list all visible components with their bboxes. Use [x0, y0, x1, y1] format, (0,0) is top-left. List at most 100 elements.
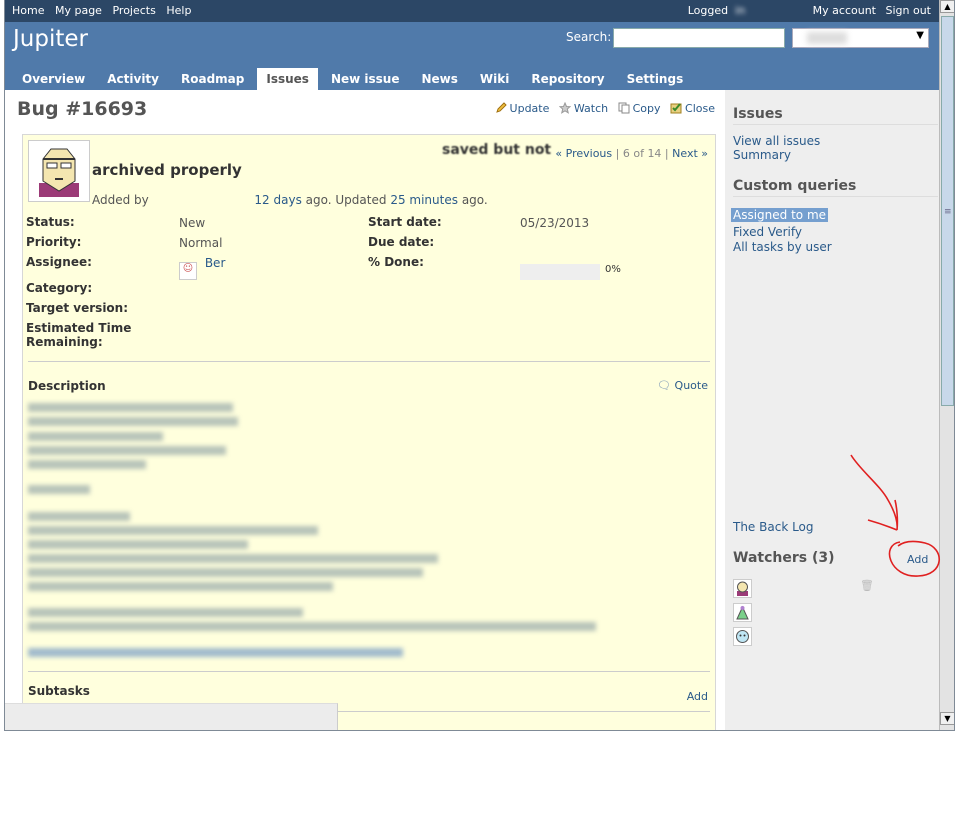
project-jump-select[interactable]: ▼ [792, 28, 929, 48]
top-link-projects[interactable]: Projects [112, 4, 155, 17]
added-by-label: Added by [92, 193, 149, 207]
copy-label: Copy [632, 102, 661, 115]
add-watcher-link[interactable]: Add [907, 553, 928, 566]
author-line: Added by 12 days ago. Updated 25 minutes… [92, 193, 488, 207]
tab-new-issue[interactable]: New issue [322, 68, 409, 90]
trash-icon[interactable]: 🗑 [860, 579, 874, 592]
tab-issues[interactable]: Issues [257, 68, 318, 90]
done-progress-bar [520, 264, 600, 280]
created-ago-link[interactable]: 12 days [254, 193, 301, 207]
category-label: Category: [26, 281, 93, 295]
sidebar: Issues View all issues Summary Custom qu… [725, 90, 939, 730]
tab-settings[interactable]: Settings [618, 68, 693, 90]
done-label: % Done: [368, 255, 424, 269]
issue-actions: Update Watch Copy Close [489, 102, 715, 115]
avatar-face-icon [736, 630, 749, 643]
speech-bubble-icon: 🗨 [657, 379, 672, 392]
project-select-value [807, 32, 847, 44]
page-title: Bug #16693 [17, 98, 148, 120]
assignee-avatar: ☺ [179, 262, 197, 280]
issue-position: | 6 of 14 | [615, 147, 669, 160]
logged-in-user[interactable]: in [732, 4, 760, 17]
status-label: Status: [26, 215, 75, 229]
update-button[interactable]: Update [495, 102, 553, 115]
vertical-scrollbar[interactable]: ▲ ≡ ▼ [939, 0, 954, 730]
summary-link[interactable]: Summary [733, 148, 791, 162]
back-log-link[interactable]: The Back Log [733, 520, 814, 534]
star-icon [558, 102, 571, 114]
estimated-label-1: Estimated Time [26, 321, 132, 335]
close-issue-icon [670, 103, 682, 114]
query-fixed-verify[interactable]: Fixed Verify [733, 225, 802, 239]
ago-label: ago. [461, 193, 488, 207]
assignee-value: ☺ Ber [179, 256, 225, 280]
quote-button[interactable]: 🗨 Quote [657, 379, 708, 392]
tab-roadmap[interactable]: Roadmap [172, 68, 253, 90]
watch-button[interactable]: Watch [558, 102, 612, 115]
status-value: New [179, 216, 206, 230]
top-link-home[interactable]: Home [12, 4, 44, 17]
tab-repository[interactable]: Repository [522, 68, 613, 90]
view-all-issues-link[interactable]: View all issues [733, 134, 820, 148]
avatar-face-icon [29, 141, 89, 201]
scroll-up-icon[interactable]: ▲ [940, 0, 954, 13]
avatar-face-icon [736, 605, 749, 620]
done-percent: 0% [605, 264, 621, 275]
tab-activity[interactable]: Activity [98, 68, 168, 90]
watcher-avatar[interactable] [733, 627, 752, 646]
tab-wiki[interactable]: Wiki [471, 68, 518, 90]
assignee-label: Assignee: [26, 255, 92, 269]
saved-note: saved but not [442, 142, 552, 158]
main-menu: Overview Activity Roadmap Issues New iss… [13, 68, 696, 90]
update-label: Update [509, 102, 550, 115]
browser-window: Home My page Projects Help Logged in My … [4, 0, 955, 731]
content: Bug #16693 Update Watch Copy Close saved… [5, 90, 725, 730]
estimated-label-2: Remaining: [26, 335, 103, 349]
close-button[interactable]: Close [670, 102, 715, 115]
pencil-icon [495, 102, 507, 113]
query-all-tasks-by-user[interactable]: All tasks by user [733, 240, 832, 254]
tab-news[interactable]: News [412, 68, 466, 90]
add-subtask-link[interactable]: Add [687, 690, 708, 703]
search-label: Search: [566, 30, 612, 44]
start-date-value: 05/23/2013 [520, 216, 590, 230]
top-link-my-page[interactable]: My page [55, 4, 102, 17]
priority-label: Priority: [26, 235, 82, 249]
watcher-avatar[interactable] [733, 603, 752, 622]
quote-label: Quote [674, 379, 708, 392]
header: Jupiter Search: ▼ Overview Activity Road… [5, 22, 939, 90]
previous-link[interactable]: « Previous [555, 147, 612, 160]
sidebar-issues-title: Issues [733, 106, 938, 125]
divider [28, 671, 710, 672]
close-label: Close [685, 102, 715, 115]
copy-button[interactable]: Copy [618, 102, 664, 115]
due-date-label: Due date: [368, 235, 435, 249]
next-link[interactable]: Next » [672, 147, 708, 160]
status-bar [5, 703, 338, 730]
scroll-down-icon[interactable]: ▼ [940, 712, 954, 725]
priority-value: Normal [179, 236, 223, 250]
avatar-face-icon [737, 581, 748, 596]
top-menu: Home My page Projects Help Logged in My … [5, 0, 939, 22]
updated-label: ago. Updated [305, 193, 387, 207]
top-link-help[interactable]: Help [166, 4, 191, 17]
assignee-link[interactable]: Ber [205, 256, 226, 270]
issue-navigation: « Previous | 6 of 14 | Next » [555, 147, 708, 160]
query-assigned-to-me[interactable]: Assigned to me [731, 208, 829, 222]
watch-label: Watch [573, 102, 609, 115]
author-avatar [28, 140, 90, 202]
description-title: Description [28, 379, 106, 393]
target-version-label: Target version: [26, 301, 129, 315]
chevron-down-icon: ▼ [916, 30, 924, 41]
copy-icon [618, 102, 630, 114]
project-title: Jupiter [13, 26, 88, 52]
sign-out-link[interactable]: Sign out [885, 4, 931, 17]
watcher-avatar[interactable] [733, 579, 752, 598]
my-account-link[interactable]: My account [813, 4, 876, 17]
tab-overview[interactable]: Overview [13, 68, 94, 90]
updated-ago-link[interactable]: 25 minutes [390, 193, 458, 207]
start-date-label: Start date: [368, 215, 442, 229]
scrollbar-thumb[interactable]: ≡ [941, 16, 954, 406]
logged-in-label: Logged [687, 4, 729, 17]
search-input[interactable] [613, 28, 785, 48]
